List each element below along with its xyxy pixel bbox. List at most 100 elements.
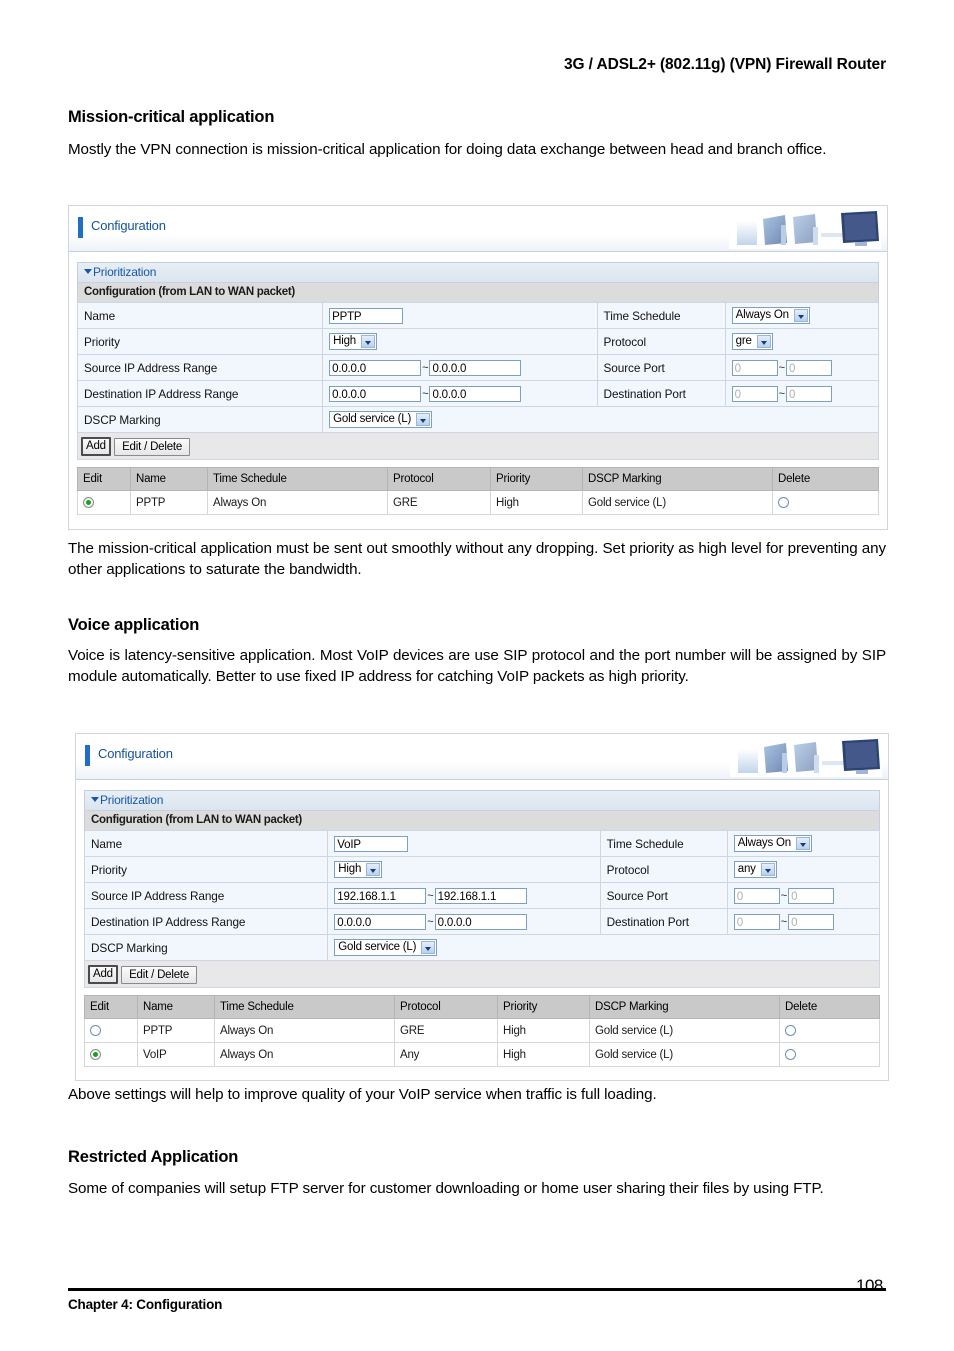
cell-dscp: Gold service (L) [582, 490, 773, 515]
edit-delete-button[interactable]: Edit / Delete [121, 965, 198, 984]
range-separator: ~ [778, 361, 785, 374]
range-separator: ~ [422, 387, 429, 400]
col-header-protocol: Protocol [394, 995, 498, 1019]
table-row: PPTP Always On GRE High Gold service (L) [84, 1018, 880, 1043]
delete-radio-button[interactable] [785, 1048, 796, 1060]
button-row-1: Add Edit / Delete [77, 433, 879, 460]
dest-port-to-input[interactable]: 0 [788, 913, 835, 930]
cell-delete-radio [779, 1042, 880, 1067]
source-ip-from-input[interactable]: 192.168.1.1 [334, 887, 427, 904]
field-cell-dscp: Gold service (L) [327, 934, 880, 961]
edit-radio-button[interactable] [90, 1048, 101, 1060]
field-cell-protocol: gre [724, 328, 880, 355]
field-cell-source-port: 0 ~0 [726, 882, 881, 909]
chevron-down-icon [421, 941, 436, 954]
heading-restricted-application: Restricted Application [68, 1148, 239, 1166]
range-separator: ~ [427, 915, 434, 928]
cell-dscp: Gold service (L) [589, 1042, 780, 1067]
col-header-dscp: DSCP Marking [582, 467, 773, 491]
heading-voice-application: Voice application [68, 616, 200, 634]
time-schedule-select[interactable]: Always On [731, 307, 810, 324]
cell-edit-radio [84, 1042, 138, 1067]
section-header-prioritization-2[interactable]: Prioritization [84, 790, 880, 810]
protocol-select[interactable]: any [733, 861, 777, 878]
time-schedule-select[interactable]: Always On [733, 835, 812, 852]
config-form-table-1: Name PPTP Time Schedule Always On Priori… [76, 302, 880, 433]
dscp-value: Gold service (L) [333, 413, 412, 425]
dscp-value: Gold service (L) [338, 941, 417, 953]
protocol-select[interactable]: gre [731, 333, 773, 350]
col-header-time-schedule: Time Schedule [214, 995, 395, 1019]
source-port-to-input[interactable]: 0 [785, 359, 832, 376]
office-illustration-icon [730, 737, 882, 777]
range-separator: ~ [427, 889, 434, 902]
cell-time-schedule: Always On [214, 1042, 395, 1067]
source-port-to-input[interactable]: 0 [788, 887, 835, 904]
cell-name: PPTP [130, 490, 208, 515]
priority-select[interactable]: High [329, 333, 377, 350]
add-button[interactable]: Add [81, 437, 111, 456]
cell-dscp: Gold service (L) [589, 1018, 780, 1043]
delete-radio-button[interactable] [785, 1024, 796, 1036]
col-header-delete: Delete [779, 995, 880, 1019]
source-ip-to-input[interactable]: 192.168.1.1 [434, 887, 527, 904]
add-button[interactable]: Add [88, 965, 118, 984]
field-cell-source-ip: 0.0.0.0 ~0.0.0.0 [322, 354, 598, 381]
name-input[interactable]: VoIP [334, 835, 409, 852]
source-port-from-input[interactable]: 0 [733, 887, 780, 904]
col-header-name: Name [130, 467, 208, 491]
label-time-schedule: Time Schedule [599, 830, 728, 857]
delete-radio-button[interactable] [778, 496, 789, 508]
dscp-marking-select[interactable]: Gold service (L) [334, 939, 438, 956]
priority-select[interactable]: High [334, 861, 383, 878]
col-header-edit: Edit [84, 995, 138, 1019]
col-header-delete: Delete [772, 467, 879, 491]
field-cell-dest-port: 0 ~0 [726, 908, 881, 935]
dest-port-to-input[interactable]: 0 [785, 385, 832, 402]
col-header-priority: Priority [490, 467, 583, 491]
field-cell-source-ip: 192.168.1.1 ~192.168.1.1 [327, 882, 601, 909]
panel-banner-title: Configuration [98, 746, 173, 761]
field-cell-source-port: 0 ~0 [724, 354, 880, 381]
dscp-marking-select[interactable]: Gold service (L) [329, 411, 433, 428]
collapse-triangle-icon [91, 797, 99, 802]
dest-ip-to-input[interactable]: 0.0.0.0 [429, 385, 522, 402]
name-input[interactable]: PPTP [329, 307, 404, 324]
subsection-header-2: Configuration (from LAN to WAN packet) [84, 810, 880, 830]
col-header-name: Name [137, 995, 215, 1019]
label-dest-port: Destination Port [599, 908, 728, 935]
dest-ip-from-input[interactable]: 0.0.0.0 [329, 385, 422, 402]
label-source-port: Source Port [596, 354, 726, 381]
panel-banner-2: Configuration [76, 734, 888, 780]
form-row-priority: Priority High Protocol gre [76, 328, 880, 355]
source-port-from-input[interactable]: 0 [731, 359, 778, 376]
table-row: VoIP Always On Any High Gold service (L) [84, 1042, 880, 1067]
time-schedule-value: Always On [735, 309, 789, 321]
dest-port-from-input[interactable]: 0 [731, 385, 778, 402]
edit-radio-button[interactable] [90, 1024, 101, 1036]
dest-ip-from-input[interactable]: 0.0.0.0 [334, 913, 427, 930]
dest-ip-to-input[interactable]: 0.0.0.0 [434, 913, 527, 930]
form-row-priority: Priority High Protocol any [83, 856, 881, 883]
label-priority: Priority [83, 856, 329, 883]
form-row-dscp: DSCP Marking Gold service (L) [83, 934, 880, 961]
field-cell-name: PPTP [322, 302, 598, 329]
cell-time-schedule: Always On [214, 1018, 395, 1043]
router-config-panel-1: Configuration Prioritization Configurati… [68, 205, 888, 530]
section-header-prioritization-1[interactable]: Prioritization [77, 262, 879, 282]
label-dest-ip-range: Destination IP Address Range [83, 908, 329, 935]
priority-value: High [338, 863, 362, 875]
source-ip-from-input[interactable]: 0.0.0.0 [329, 359, 422, 376]
panel-banner-title: Configuration [91, 218, 166, 233]
col-header-dscp: DSCP Marking [589, 995, 780, 1019]
label-protocol: Protocol [596, 328, 726, 355]
field-cell-time-schedule: Always On [726, 830, 881, 857]
cell-delete-radio [779, 1018, 880, 1043]
chevron-down-icon [760, 863, 775, 876]
source-ip-to-input[interactable]: 0.0.0.0 [429, 359, 522, 376]
paragraph-restricted-intro: Some of companies will setup FTP server … [68, 1180, 824, 1197]
edit-delete-button[interactable]: Edit / Delete [114, 437, 191, 456]
dest-port-from-input[interactable]: 0 [733, 913, 780, 930]
edit-radio-button[interactable] [83, 496, 94, 508]
col-header-protocol: Protocol [387, 467, 491, 491]
